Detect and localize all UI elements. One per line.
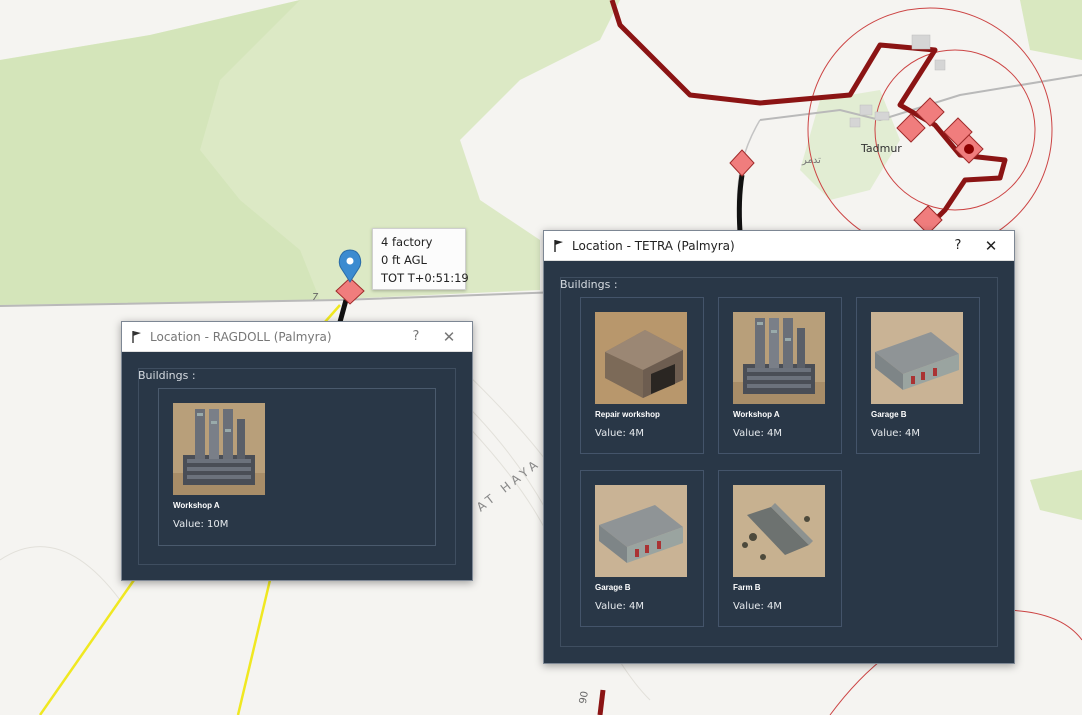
window-title: Location - RAGDOLL (Palmyra): [150, 329, 332, 344]
building-name: Garage B: [595, 583, 631, 592]
building-value: Value: 4M: [595, 428, 644, 439]
window-title: Location - TETRA (Palmyra): [572, 238, 735, 253]
window-titlebar[interactable]: Location - TETRA (Palmyra) ? ✕: [544, 231, 1014, 261]
close-button[interactable]: ✕: [426, 328, 472, 346]
building-card[interactable]: Workshop A Value: 4M: [718, 297, 842, 454]
building-name: Farm B: [733, 583, 761, 592]
building-thumbnail-tower: [733, 312, 825, 404]
tetra-location-window[interactable]: Location - TETRA (Palmyra) ? ✕ Buildings…: [543, 230, 1015, 664]
building-card[interactable]: Farm B Value: 4M: [718, 470, 842, 627]
flag-icon: [554, 239, 564, 252]
road-number-label: 7: [312, 292, 319, 303]
waypoint-tooltip: 4 factory 0 ft AGL TOT T+0:51:19: [372, 228, 469, 290]
city-label-arabic: تدمر: [802, 155, 821, 166]
building-thumbnail-farm: [733, 485, 825, 577]
ragdoll-location-window[interactable]: Location - RAGDOLL (Palmyra) ? ✕ Buildin…: [121, 321, 473, 581]
building-card[interactable]: Repair workshop Value: 4M: [580, 297, 704, 454]
building-value: Value: 4M: [733, 601, 782, 612]
tooltip-tot: TOT T+0:51:19: [381, 271, 469, 285]
building-name: Repair workshop: [595, 410, 660, 419]
building-thumbnail-garage: [595, 485, 687, 577]
flag-icon: [132, 330, 142, 343]
window-titlebar[interactable]: Location - RAGDOLL (Palmyra) ? ✕: [122, 322, 472, 352]
building-thumbnail-tower: [173, 403, 265, 495]
tooltip-target: 4 factory: [381, 235, 433, 249]
building-name: Garage B: [871, 410, 907, 419]
building-card[interactable]: Garage B Value: 4M: [856, 297, 980, 454]
building-card[interactable]: Workshop A Value: 10M: [159, 389, 283, 546]
building-value: Value: 4M: [871, 428, 920, 439]
city-label: Tadmur: [861, 142, 902, 155]
building-value: Value: 10M: [173, 519, 229, 530]
tooltip-altitude: 0 ft AGL: [381, 253, 427, 267]
buildings-group-title: Buildings :: [560, 278, 618, 291]
building-name: Workshop A: [173, 501, 220, 510]
road-number-label-bottom: 90: [577, 690, 591, 705]
close-button[interactable]: ✕: [968, 237, 1014, 255]
building-value: Value: 4M: [733, 428, 782, 439]
building-name: Workshop A: [733, 410, 780, 419]
building-card[interactable]: Garage B Value: 4M: [580, 470, 704, 627]
help-button[interactable]: ?: [948, 238, 968, 253]
help-button[interactable]: ?: [406, 329, 426, 344]
buildings-group-title: Buildings :: [138, 369, 196, 382]
building-thumbnail-garage: [871, 312, 963, 404]
building-value: Value: 4M: [595, 601, 644, 612]
building-thumbnail-hangar: [595, 312, 687, 404]
